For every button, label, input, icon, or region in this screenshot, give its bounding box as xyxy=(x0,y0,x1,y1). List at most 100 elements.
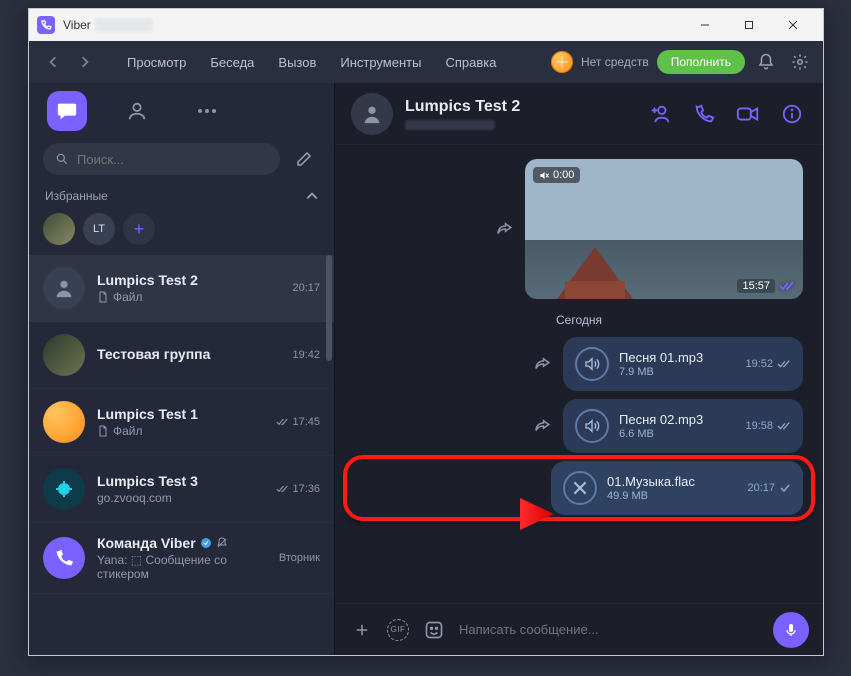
verified-icon xyxy=(200,537,212,549)
menu-view[interactable]: Просмотр xyxy=(117,49,196,76)
section-favorites[interactable]: Избранные xyxy=(29,185,334,207)
minimize-button[interactable] xyxy=(683,10,727,40)
avatar xyxy=(43,334,85,376)
file-size: 6.6 MB xyxy=(619,428,735,440)
message-time: 20:17 xyxy=(747,482,775,494)
nav-forward[interactable] xyxy=(71,48,99,76)
chat-item[interactable]: Lumpics Test 1 Файл 17:45 xyxy=(29,389,334,456)
cancel-upload-icon[interactable] xyxy=(563,471,597,505)
voice-call-button[interactable] xyxy=(689,99,719,129)
avatar xyxy=(43,401,85,443)
app-window: Viber Просмотр Беседа Вызов Инструменты … xyxy=(28,8,824,656)
message-time: 19:58 xyxy=(745,420,773,432)
message-time: 19:52 xyxy=(745,358,773,370)
file-size: 7.9 MB xyxy=(619,366,735,378)
voice-message-button[interactable] xyxy=(773,612,809,648)
menu-tools[interactable]: Инструменты xyxy=(330,49,431,76)
tab-chats[interactable] xyxy=(47,91,87,131)
file-message-uploading[interactable]: 01.Музыка.flac 49.9 MB 20:17 xyxy=(551,461,803,515)
conversation-panel: Lumpics Test 2 xyxy=(335,83,823,655)
tab-more[interactable] xyxy=(187,91,227,131)
notifications-icon[interactable] xyxy=(753,49,779,75)
highlighted-message-row: 01.Музыка.flac 49.9 MB 20:17 xyxy=(355,461,803,515)
compose-button[interactable] xyxy=(288,143,320,175)
attach-button[interactable] xyxy=(349,617,375,643)
video-duration: 15:57 xyxy=(737,279,775,293)
scrollbar-thumb[interactable] xyxy=(326,255,332,361)
balance-label: Нет средств xyxy=(581,55,649,69)
window-title-extra xyxy=(95,18,153,32)
chat-time: 17:45 xyxy=(292,416,320,428)
chat-name: Lumpics Test 3 xyxy=(97,473,264,489)
info-button[interactable] xyxy=(777,99,807,129)
maximize-button[interactable] xyxy=(727,10,771,40)
chat-time: Вторник xyxy=(279,552,320,564)
muted-icon xyxy=(216,537,228,549)
favorite-contact[interactable]: LT xyxy=(83,213,115,245)
conversation-avatar[interactable] xyxy=(351,93,393,135)
file-message[interactable]: Песня 01.mp3 7.9 MB 19:52 xyxy=(563,337,803,391)
gif-button[interactable]: GIF xyxy=(387,619,409,641)
chat-list: Lumpics Test 2 Файл 20:17 Тестовая групп… xyxy=(29,255,334,655)
file-message[interactable]: Песня 02.mp3 6.6 MB 19:58 xyxy=(563,399,803,453)
read-ticks-icon xyxy=(779,281,795,291)
chat-time: 20:17 xyxy=(292,282,320,294)
menu-chat[interactable]: Беседа xyxy=(200,49,264,76)
file-name: Песня 01.mp3 xyxy=(619,350,735,365)
nav-back[interactable] xyxy=(39,48,67,76)
video-mute-indicator: 0:00 xyxy=(533,167,580,183)
close-button[interactable] xyxy=(771,10,815,40)
read-ticks-icon xyxy=(276,417,288,427)
chat-name: Команда Viber xyxy=(97,535,196,551)
video-message[interactable]: 0:00 15:57 xyxy=(525,159,803,299)
chat-item[interactable]: Lumpics Test 2 Файл 20:17 xyxy=(29,255,334,322)
viber-logo-icon xyxy=(37,16,55,34)
search-input[interactable] xyxy=(77,152,268,167)
conversation-header: Lumpics Test 2 xyxy=(335,83,823,145)
audio-file-icon xyxy=(575,409,609,443)
read-ticks-icon xyxy=(777,421,791,431)
topup-button[interactable]: Пополнить xyxy=(657,50,745,74)
settings-icon[interactable] xyxy=(787,49,813,75)
chat-name: Тестовая группа xyxy=(97,346,280,362)
message-input[interactable] xyxy=(459,622,761,637)
balance-icon xyxy=(551,51,573,73)
file-icon xyxy=(97,291,109,303)
chat-item[interactable]: Lumpics Test 3 go.zvooq.com 17:36 xyxy=(29,456,334,523)
title-bar: Viber xyxy=(29,9,823,41)
add-favorite-button[interactable]: + xyxy=(123,213,155,245)
video-call-button[interactable] xyxy=(733,99,763,129)
chat-sub: go.zvooq.com xyxy=(97,491,264,505)
audio-file-icon xyxy=(575,347,609,381)
search-box[interactable] xyxy=(43,143,280,175)
chevron-up-icon xyxy=(306,190,318,202)
conversation-subtitle xyxy=(405,120,495,130)
chat-time: 17:36 xyxy=(292,483,320,495)
forward-icon[interactable] xyxy=(533,355,551,373)
chat-sub: Файл xyxy=(113,290,143,304)
menu-bar: Просмотр Беседа Вызов Инструменты Справк… xyxy=(29,41,823,83)
favorite-contact[interactable] xyxy=(43,213,75,245)
forward-icon[interactable] xyxy=(495,220,513,238)
sticker-button[interactable] xyxy=(421,617,447,643)
add-member-button[interactable] xyxy=(645,99,675,129)
chat-name: Lumpics Test 1 xyxy=(97,406,264,422)
chat-sub: Yana: ⬚ Сообщение со стикером xyxy=(97,553,267,581)
read-ticks-icon xyxy=(777,359,791,369)
menu-help[interactable]: Справка xyxy=(435,49,506,76)
menu-call[interactable]: Вызов xyxy=(268,49,326,76)
file-size: 49.9 MB xyxy=(607,490,737,502)
avatar xyxy=(43,468,85,510)
read-ticks-icon xyxy=(276,484,288,494)
message-composer: GIF xyxy=(335,603,823,655)
chat-item[interactable]: Тестовая группа 19:42 xyxy=(29,322,334,389)
tab-contacts[interactable] xyxy=(117,91,157,131)
window-title: Viber xyxy=(63,18,91,32)
message-list: 0:00 15:57 Сегодня Песня 01.mp3 xyxy=(335,145,823,603)
section-favorites-label: Избранные xyxy=(45,189,108,203)
file-icon xyxy=(97,425,109,437)
sidebar: Избранные LT + Lumpics Test 2 Файл xyxy=(29,83,335,655)
chat-item[interactable]: Команда Viber Yana: ⬚ Сообщение со стике… xyxy=(29,523,334,594)
search-icon xyxy=(55,152,69,166)
forward-icon[interactable] xyxy=(533,417,551,435)
